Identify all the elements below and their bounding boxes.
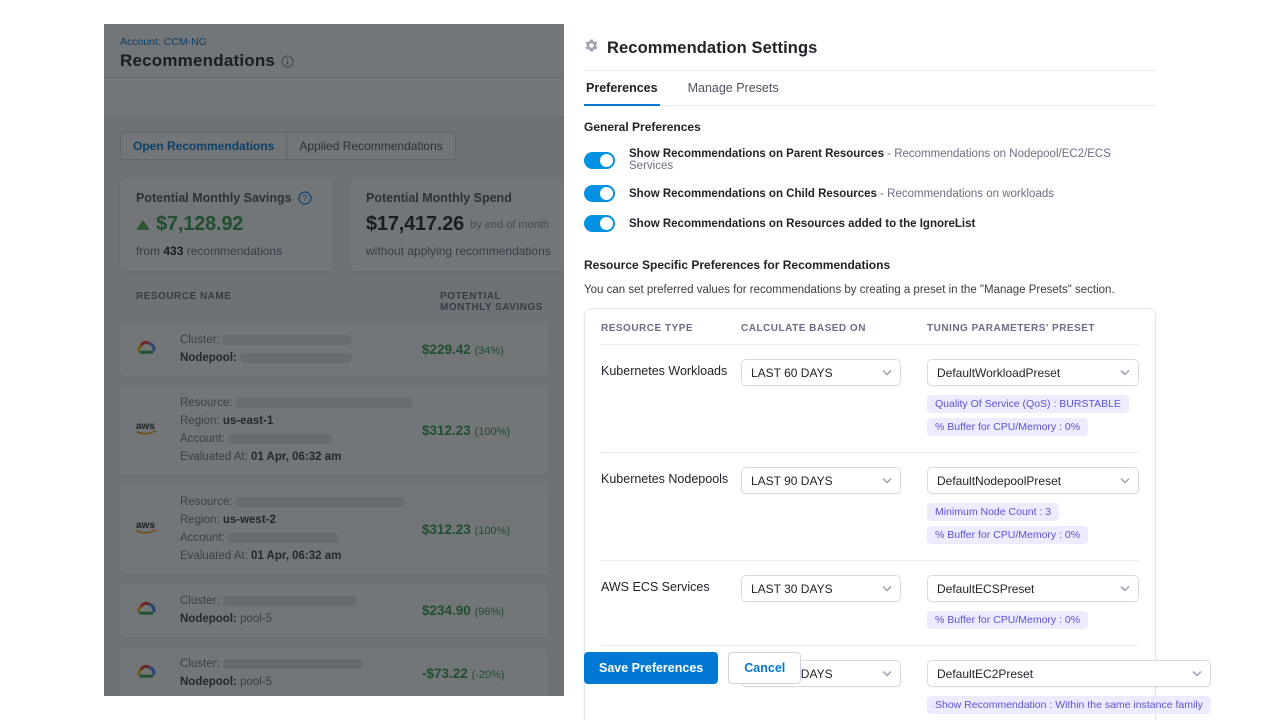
- preset-select[interactable]: DefaultNodepoolPreset: [927, 467, 1139, 494]
- chevron-down-icon: [882, 369, 892, 376]
- tab-manage-presets[interactable]: Manage Presets: [686, 71, 781, 106]
- chevron-down-icon: [1120, 585, 1130, 592]
- preset-badge: Quality Of Service (QoS) : BURSTABLE: [927, 395, 1129, 413]
- chevron-down-icon: [1120, 477, 1130, 484]
- chevron-down-icon: [1192, 670, 1202, 677]
- drawer-title: Recommendation Settings: [607, 39, 817, 58]
- toggle-switch-on[interactable]: [584, 185, 615, 202]
- toggle-switch-on[interactable]: [584, 152, 615, 169]
- pref-row-kubernetes-workloads: Kubernetes Workloads LAST 60 DAYS Defaul…: [601, 345, 1139, 452]
- gear-icon: [584, 38, 599, 58]
- period-select[interactable]: LAST 30 DAYS: [741, 575, 901, 602]
- col-resource-type: RESOURCE TYPE: [601, 323, 741, 334]
- pref-row-aws-ecs-services: AWS ECS Services LAST 30 DAYS DefaultECS…: [601, 560, 1139, 645]
- resource-preferences-heading: Resource Specific Preferences for Recomm…: [584, 258, 1156, 272]
- preset-badge: % Buffer for CPU/Memory : 0%: [927, 611, 1088, 629]
- toggle-child-resources[interactable]: Show Recommendations on Child Resources …: [584, 185, 1156, 202]
- general-preferences-heading: General Preferences: [584, 120, 1156, 134]
- col-calculate-based-on: CALCULATE BASED ON: [741, 323, 917, 334]
- preset-badge: % Buffer for CPU/Memory : 0%: [927, 526, 1088, 544]
- resource-preferences-description: You can set preferred values for recomme…: [584, 284, 1156, 296]
- toggle-switch-on[interactable]: [584, 215, 615, 232]
- chevron-down-icon: [882, 477, 892, 484]
- preset-badge: Show Recommendation : Within the same in…: [927, 696, 1211, 714]
- cancel-button[interactable]: Cancel: [728, 652, 801, 684]
- toggle-parent-resources[interactable]: Show Recommendations on Parent Resources…: [584, 148, 1156, 172]
- recommendation-settings-drawer: Recommendation Settings Preferences Mana…: [564, 24, 1176, 696]
- toggle-ignorelist-resources[interactable]: Show Recommendations on Resources added …: [584, 215, 1156, 232]
- preset-badge: Minimum Node Count : 3: [927, 503, 1059, 521]
- preset-badge: % Buffer for CPU/Memory : 0%: [927, 418, 1088, 436]
- preset-select[interactable]: DefaultWorkloadPreset: [927, 359, 1139, 386]
- save-preferences-button[interactable]: Save Preferences: [584, 652, 718, 684]
- modal-dim-overlay[interactable]: [104, 24, 564, 696]
- col-tuning-parameters-preset: TUNING PARAMETERS' PRESET: [917, 323, 1139, 334]
- settings-tabs: Preferences Manage Presets: [584, 71, 1156, 106]
- pref-row-kubernetes-nodepools: Kubernetes Nodepools LAST 90 DAYS Defaul…: [601, 452, 1139, 560]
- chevron-down-icon: [882, 670, 892, 677]
- period-select[interactable]: LAST 60 DAYS: [741, 359, 901, 386]
- recommendations-page: Account: CCM-NG Recommendations Open Rec…: [104, 24, 564, 696]
- chevron-down-icon: [1120, 369, 1130, 376]
- preset-select[interactable]: DefaultECSPreset: [927, 575, 1139, 602]
- period-select[interactable]: LAST 90 DAYS: [741, 467, 901, 494]
- preset-select[interactable]: DefaultEC2Preset: [927, 660, 1211, 687]
- chevron-down-icon: [882, 585, 892, 592]
- app-canvas: Account: CCM-NG Recommendations Open Rec…: [0, 0, 1280, 720]
- tab-preferences[interactable]: Preferences: [584, 71, 660, 106]
